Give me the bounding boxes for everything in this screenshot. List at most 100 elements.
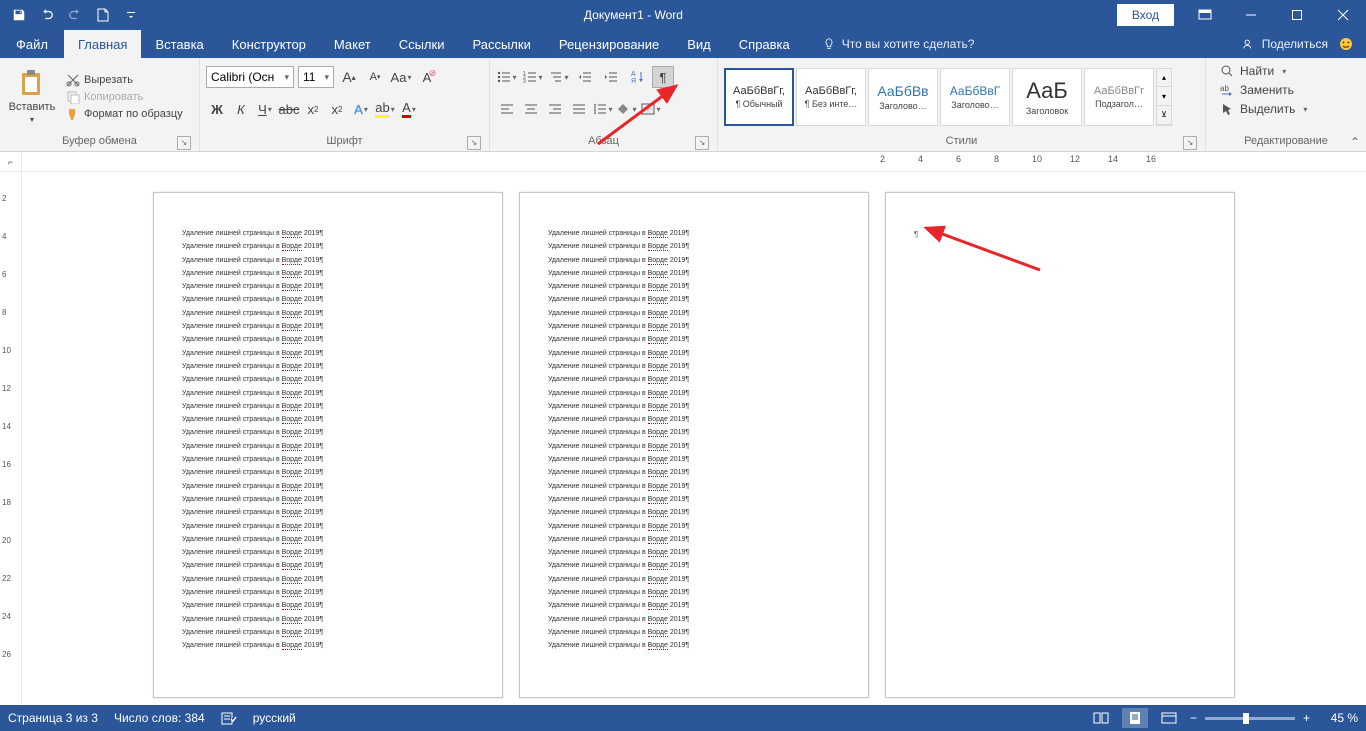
tab-layout[interactable]: Макет [320,30,385,58]
ribbon-display-options-button[interactable] [1182,0,1228,30]
zoom-slider[interactable] [1205,717,1295,720]
style-item[interactable]: АаБбВвГЗаголово… [940,68,1010,126]
highlight-button[interactable]: ab [374,98,396,120]
view-print-layout-button[interactable] [1122,708,1148,728]
close-button[interactable] [1320,0,1366,30]
underline-button[interactable]: Ч [254,98,276,120]
view-read-mode-button[interactable] [1088,708,1114,728]
group-label-font: Шрифт [326,135,362,147]
clear-formatting-button[interactable]: A⊘ [416,66,438,88]
font-color-button[interactable]: A [398,98,420,120]
tab-design[interactable]: Конструктор [218,30,320,58]
line-spacing-button[interactable] [592,98,614,120]
shrink-font-button[interactable]: A▾ [364,66,386,88]
paragraph-dialog-launcher[interactable]: ↘ [695,136,709,150]
shading-button[interactable] [616,98,638,120]
vertical-ruler[interactable]: 2468101214161820222426 [0,172,22,705]
redo-button[interactable] [62,2,88,28]
status-words[interactable]: Число слов: 384 [114,711,205,725]
page-2[interactable]: Удаление лишней страницы в Ворде 2019¶ Уд… [519,192,869,698]
zoom-in-button[interactable]: + [1303,711,1310,725]
collapse-ribbon-button[interactable]: ⌃ [1350,135,1360,149]
borders-button[interactable] [640,98,662,120]
clipboard-dialog-launcher[interactable]: ↘ [177,136,191,150]
smiley-icon[interactable] [1338,36,1354,52]
tab-view[interactable]: Вид [673,30,725,58]
change-case-button[interactable]: Aa [390,66,412,88]
zoom-level[interactable]: 45 % [1318,711,1358,725]
svg-text:ab: ab [1220,84,1229,93]
page-1[interactable]: Удаление лишней страницы в Ворде 2019¶Уд… [153,192,503,698]
horizontal-ruler[interactable]: 246810121416 [22,152,1366,171]
status-proofing-icon[interactable] [221,711,237,725]
multilevel-list-button[interactable] [548,66,570,88]
grow-font-button[interactable]: A▴ [338,66,360,88]
decrease-indent-button[interactable] [574,66,596,88]
styles-dialog-launcher[interactable]: ↘ [1183,136,1197,150]
paste-button[interactable]: Вставить ▾ [6,60,58,133]
style-item[interactable]: АаБбВвГг,¶ Без инте… [796,68,866,126]
copy-button[interactable]: Копировать [62,89,187,105]
align-left-button[interactable] [496,98,518,120]
styles-gallery[interactable]: АаБбВвГг,¶ ОбычныйАаБбВвГг,¶ Без инте…Аа… [724,68,1172,126]
tab-review[interactable]: Рецензирование [545,30,673,58]
increase-indent-button[interactable] [600,66,622,88]
align-right-button[interactable] [544,98,566,120]
format-painter-button[interactable]: Формат по образцу [62,106,187,122]
tab-insert[interactable]: Вставка [141,30,217,58]
style-item[interactable]: АаБбВвГг,¶ Обычный [724,68,794,126]
replace-button[interactable]: abЗаменить [1216,81,1311,99]
sign-in-button[interactable]: Вход [1117,4,1174,26]
maximize-button[interactable] [1274,0,1320,30]
font-name-combo[interactable]: Calibri (Осн▾ [206,66,294,88]
qat-customize-button[interactable] [118,2,144,28]
svg-text:А: А [631,71,636,78]
save-button[interactable] [6,2,32,28]
style-name: Заголово… [951,100,998,110]
title-right: Вход [1117,0,1366,30]
numbering-button[interactable]: 123 [522,66,544,88]
document-line: Удаление лишней страницы в Ворде 2019¶ [548,599,840,612]
share-button[interactable]: Поделиться [1242,37,1328,51]
bold-button[interactable]: Ж [206,98,228,120]
text-effects-button[interactable]: A [350,98,372,120]
subscript-button[interactable]: x2 [302,98,324,120]
select-button[interactable]: Выделить▾ [1216,100,1311,118]
style-item[interactable]: АаБЗаголовок [1012,68,1082,126]
view-web-layout-button[interactable] [1156,708,1182,728]
tab-help[interactable]: Справка [725,30,804,58]
font-dialog-launcher[interactable]: ↘ [467,136,481,150]
minimize-button[interactable] [1228,0,1274,30]
styles-more-button[interactable]: ▴▾⊻ [1156,68,1172,126]
page-3[interactable]: ¶ [885,192,1235,698]
tab-home[interactable]: Главная [64,30,141,58]
font-size-combo[interactable]: 11▾ [298,66,334,88]
ruler-corner[interactable]: ⌐ [0,152,22,171]
sort-button[interactable]: АЯ [626,66,648,88]
share-icon [1242,37,1256,51]
find-button[interactable]: Найти▾ [1216,62,1311,80]
document-line: Удаление лишней страницы в Ворде 2019¶ [182,559,474,572]
tell-me-search[interactable]: Что вы хотите сделать? [804,30,975,58]
tab-references[interactable]: Ссылки [385,30,459,58]
new-doc-button[interactable] [90,2,116,28]
tab-file[interactable]: Файл [0,30,64,58]
zoom-out-button[interactable]: − [1190,711,1197,725]
show-pilcrow-button[interactable]: ¶ [652,66,674,88]
status-language[interactable]: русский [253,711,296,725]
italic-button[interactable]: К [230,98,252,120]
strikethrough-button[interactable]: abc [278,98,300,120]
status-page[interactable]: Страница 3 из 3 [8,711,98,725]
superscript-button[interactable]: x2 [326,98,348,120]
cut-button[interactable]: Вырезать [62,72,187,88]
undo-button[interactable] [34,2,60,28]
style-item[interactable]: АаБбВвГгПодзагол… [1084,68,1154,126]
bullets-button[interactable] [496,66,518,88]
document-area: Удаление лишней страницы в Ворде 2019¶ Уд… [22,172,1366,705]
style-item[interactable]: АаБбВвЗаголово… [868,68,938,126]
align-center-button[interactable] [520,98,542,120]
justify-button[interactable] [568,98,590,120]
tab-mailings[interactable]: Рассылки [458,30,544,58]
zoom-slider-thumb[interactable] [1243,713,1249,724]
document-line: Удаление лишней страницы в Ворде 2019¶ [548,453,840,466]
